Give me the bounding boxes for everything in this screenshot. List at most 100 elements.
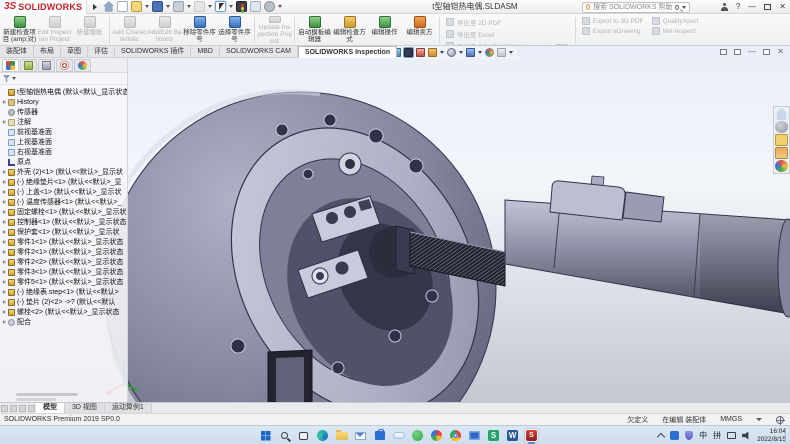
export-excel-button[interactable]: 导出至 Excel [446, 29, 569, 39]
minimize-button[interactable]: — [748, 0, 756, 14]
tree-item-annotations[interactable]: 注解 [0, 117, 127, 127]
start-button[interactable] [258, 428, 273, 443]
expand-arrow-icon[interactable] [3, 260, 6, 264]
doc-close-button[interactable]: ✕ [777, 47, 784, 56]
export-2d-pdf-button[interactable]: 导出至 2D PDF [446, 17, 569, 27]
save-icon[interactable] [152, 1, 163, 12]
browser-green-button[interactable] [410, 428, 425, 443]
property-manager-tab[interactable] [20, 59, 37, 72]
tree-item-top-plane[interactable]: 上视基准面 [0, 137, 127, 147]
tree-item-root[interactable]: t型轴铠热电偶 (默认<默认_显示状态-1> [0, 87, 127, 97]
net-inspect-button[interactable]: Net-Inspect [652, 27, 699, 35]
print-dropdown-icon[interactable] [187, 5, 191, 8]
search-dropdown-icon[interactable] [682, 6, 686, 9]
select-arrow-icon[interactable] [215, 1, 226, 12]
qualityxpert-button[interactable]: QualityXpert [652, 17, 699, 25]
ribbon-button-edit-inspection-methods[interactable]: 编辑检查方式 [332, 15, 367, 45]
ribbon-button-remove-balloon-number[interactable]: 移除零件序号 [182, 15, 217, 45]
menu-flyout-arrow-icon[interactable] [93, 4, 97, 10]
expand-arrow-icon[interactable] [3, 180, 6, 184]
undo-icon[interactable] [194, 1, 205, 12]
tree-item-component[interactable]: (-) 垫片 (2)<2> ->? (默认<<默认 [0, 297, 127, 307]
tree-horizontal-scrollbar[interactable] [16, 393, 78, 396]
export-3d-pdf-button[interactable]: Export to 3D PDF [582, 17, 644, 25]
display-style-icon[interactable] [447, 48, 456, 57]
section-view-icon[interactable] [416, 48, 425, 57]
cast-display-icon[interactable] [727, 432, 736, 439]
tab-3d-views[interactable]: 3D 视图 [65, 403, 105, 413]
tree-item-component[interactable]: 零件2<2> (默认<<默认>_显示状态 [0, 257, 127, 267]
ime-language-indicator[interactable]: 中 [699, 430, 707, 441]
appearances-scenes-icon[interactable] [775, 160, 788, 172]
open-icon[interactable] [131, 1, 142, 12]
tab-motion-study[interactable]: 运动算例1 [105, 403, 152, 413]
wps-button[interactable]: S [486, 428, 501, 443]
solidworks-taskbar-button[interactable]: S [524, 428, 539, 443]
view-orientation-icon[interactable] [428, 48, 437, 57]
zoom-to-area-icon[interactable] [404, 48, 413, 57]
tree-filter-row[interactable] [0, 73, 127, 85]
expand-arrow-icon[interactable] [3, 210, 6, 214]
expand-arrow-icon[interactable] [3, 120, 6, 124]
options-gear-icon[interactable] [264, 1, 275, 12]
ribbon-button-update-inspection-project[interactable]: Update Inspection Project [257, 15, 292, 45]
expand-arrow-icon[interactable] [3, 320, 6, 324]
tree-item-component[interactable]: 零件3<1> (默认<<默认>_显示状态 [0, 267, 127, 277]
tab-mbd[interactable]: MBD [191, 46, 220, 58]
select-dropdown-icon[interactable] [229, 5, 233, 8]
tree-item-component[interactable]: (-) 上盖<1> (默认<<默认>_显示状 [0, 187, 127, 197]
login-user-icon[interactable] [721, 3, 728, 11]
tree-item-component[interactable]: 零件5<1> (默认<<默认>_显示状态 [0, 277, 127, 287]
options-dropdown-icon[interactable] [278, 5, 282, 8]
tab-sketch[interactable]: 草图 [61, 46, 88, 58]
ribbon-button-select-balloon-number[interactable]: 选择零件序号 [217, 15, 252, 45]
tree-item-component[interactable]: 螺栓<2> (默认<<默认>_显示状态 [0, 307, 127, 317]
print-icon[interactable] [173, 1, 184, 12]
open-dropdown-icon[interactable] [145, 5, 149, 8]
expand-arrow-icon[interactable] [3, 280, 6, 284]
tree-item-component[interactable]: (-) 绝缘表.step<1> (默认<<默认> [0, 287, 127, 297]
splitter-button[interactable] [10, 405, 17, 412]
ribbon-button-edit-operations[interactable]: 编辑操作 [367, 15, 402, 45]
hidden-icons-chevron-icon[interactable] [657, 432, 665, 440]
ribbon-button-edit-inspection-project[interactable]: Edit Inspection Project [37, 15, 72, 45]
file-explorer-button[interactable] [334, 428, 349, 443]
search-icon[interactable] [675, 5, 679, 10]
expand-arrow-icon[interactable] [3, 190, 6, 194]
ime-mode-indicator[interactable]: 拼 [713, 430, 721, 441]
expand-arrow-icon[interactable] [3, 290, 6, 294]
onedrive-button[interactable] [391, 428, 406, 443]
filter-dropdown-icon[interactable] [12, 77, 16, 80]
expand-arrow-icon[interactable] [3, 310, 6, 314]
chrome-button[interactable] [448, 428, 463, 443]
store-button[interactable] [372, 428, 387, 443]
view-orientation-dropdown-icon[interactable] [440, 51, 444, 54]
tree-item-sensors[interactable]: 传感器 [0, 107, 127, 117]
app-blue-monitor-button[interactable] [467, 428, 482, 443]
tab-addins[interactable]: SOLIDWORKS 插件 [115, 46, 191, 58]
tree-item-origin[interactable]: 原点 [0, 157, 127, 167]
task-view-button[interactable] [296, 428, 311, 443]
undo-dropdown-icon[interactable] [208, 5, 212, 8]
doc-minimize-button[interactable]: — [748, 47, 756, 56]
tab-solidworks-inspection[interactable]: SOLIDWORKS Inspection [298, 46, 397, 58]
volume-icon[interactable] [742, 432, 751, 440]
browser-2345-button[interactable] [429, 428, 444, 443]
ribbon-button-add-characteristic[interactable]: Add Characteristic [112, 15, 147, 45]
solidworks-resources-home-icon[interactable] [775, 108, 788, 120]
tree-item-component[interactable]: 控制器<1> (默认<<默认>_显示状态 [0, 217, 127, 227]
view-palette-icon[interactable] [775, 147, 788, 159]
expand-arrow-icon[interactable] [3, 200, 6, 204]
hide-show-dropdown-icon[interactable] [478, 51, 482, 54]
file-explorer-icon[interactable] [775, 134, 788, 146]
tree-item-component[interactable]: 固定螺栓<1> (默认<<默认>_显示状 [0, 207, 127, 217]
tree-horizontal-scrollbar-track[interactable] [16, 398, 56, 401]
doc-restore-button[interactable] [763, 49, 770, 55]
apply-scene-dropdown-icon[interactable] [509, 51, 513, 54]
tray-blue-app-icon[interactable] [670, 431, 679, 440]
globe-icon[interactable] [776, 416, 784, 424]
expand-arrow-icon[interactable] [3, 170, 6, 174]
doc-pane-icon[interactable] [720, 49, 727, 55]
splitter-button[interactable] [19, 405, 26, 412]
tray-shield-icon[interactable] [685, 431, 693, 440]
